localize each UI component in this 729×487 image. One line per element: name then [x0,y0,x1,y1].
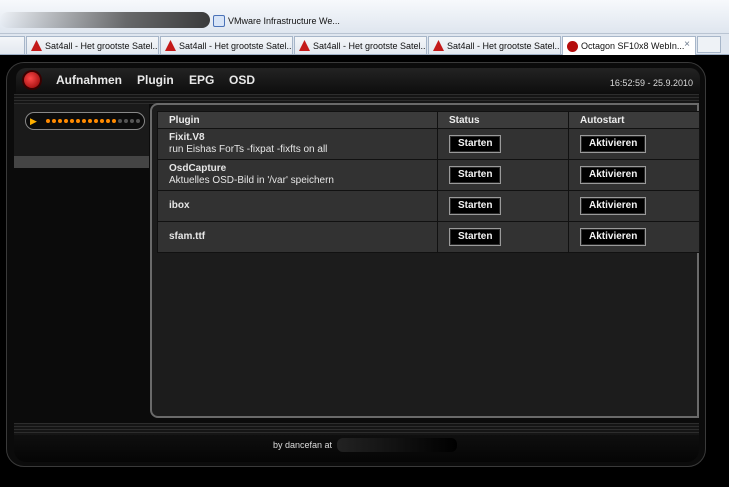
sat4all-icon [165,40,176,51]
volume-dot [130,119,134,123]
status-cell: Starten [437,128,569,160]
volume-dot [118,119,122,123]
sat4all-icon [299,40,310,51]
table-row: Fixit.V8 run Eishas ForTs -fixpat -fixft… [157,128,700,160]
tab-label: Sat4all - Het grootste Satel... [45,40,159,51]
close-icon[interactable]: × [684,39,690,50]
new-tab-button[interactable] [697,36,721,53]
plugin-cell: OsdCapture Aktuelles OSD-Bild in '/var' … [157,159,438,191]
redacted-footer-link [337,438,457,452]
volume-dot [70,119,74,123]
header-status: Status [437,111,569,129]
status-cell: Starten [437,190,569,222]
plugin-description: run Eishas ForTs -fixpat -fixfts on all [169,144,328,155]
start-button[interactable]: Starten [449,228,502,246]
footer-credit: by dancefan at [273,440,333,450]
footer-divider [14,423,699,435]
sat4all-icon [433,40,444,51]
status-cell: Starten [437,159,569,191]
volume-dot [46,119,50,123]
volume-control[interactable]: ▶ [25,112,145,130]
plugin-name: sfam.ttf [169,231,206,242]
nav-aufnahmen[interactable]: Aufnahmen [56,73,122,87]
tab-sat4all-3[interactable]: Sat4all - Het grootste Satel... [294,36,427,54]
volume-dot [100,119,104,123]
status-cell: Starten [437,221,569,253]
sat4all-icon [31,40,42,51]
autostart-cell: Aktivieren [568,190,700,222]
tab-bar: Sat4all - Het grootste Satel... Sat4all … [0,34,729,55]
tab-label: Octagon SF10x8 WebIn... [581,41,685,51]
plugin-table: Plugin Status Autostart Fixit.V8 run Eis… [157,111,700,253]
table-row: ibox Starten Aktivieren [157,190,700,222]
tab-sat4all-2[interactable]: Sat4all - Het grootste Satel... [160,36,293,54]
autostart-cell: Aktivieren [568,159,700,191]
redacted-bookmark [0,12,210,28]
start-button[interactable]: Starten [449,135,502,153]
sidebar-footer [14,156,149,168]
nav-plugin[interactable]: Plugin [137,73,174,87]
volume-dot [52,119,56,123]
plugin-cell: ibox [157,190,438,222]
tab-octagon[interactable]: Octagon SF10x8 WebIn... × [562,36,696,55]
activate-button[interactable]: Aktivieren [580,197,647,215]
volume-dot [136,119,140,123]
volume-dot [88,119,92,123]
octagon-icon [567,40,578,52]
autostart-cell: Aktivieren [568,128,700,160]
vmware-icon [213,15,225,27]
bookmark-vmware[interactable]: VMware Infrastructure We... [213,13,340,29]
clock: 16:52:59 - 25.9.2010 [609,78,693,88]
header-autostart: Autostart [568,111,700,129]
volume-level [46,119,140,123]
plugin-cell: Fixit.V8 run Eishas ForTs -fixpat -fixft… [157,128,438,160]
autostart-cell: Aktivieren [568,221,700,253]
nav-epg[interactable]: EPG [189,73,214,87]
activate-button[interactable]: Aktivieren [580,166,647,184]
speaker-icon: ▶ [30,116,37,126]
table-row: sfam.ttf Starten Aktivieren [157,221,700,253]
plugin-name: OsdCapture [169,163,227,174]
volume-dot [76,119,80,123]
activate-button[interactable]: Aktivieren [580,135,647,153]
plugin-cell: sfam.ttf [157,221,438,253]
bookmarks-bar: VMware Infrastructure We... [0,0,729,34]
table-row: OsdCapture Aktuelles OSD-Bild in '/var' … [157,159,700,191]
header-plugin: Plugin [157,111,438,129]
tab-partial[interactable] [0,36,25,54]
plugin-name: Fixit.V8 [169,132,205,143]
plugin-name: ibox [169,200,190,211]
volume-dot [58,119,62,123]
tab-label: Sat4all - Het grootste Satel... [313,40,427,51]
tab-sat4all-1[interactable]: Sat4all - Het grootste Satel... [26,36,159,54]
nav-osd[interactable]: OSD [229,73,255,87]
volume-dot [112,119,116,123]
tab-label: Sat4all - Het grootste Satel... [447,40,561,51]
start-button[interactable]: Starten [449,197,502,215]
volume-dot [94,119,98,123]
plugin-description: Aktuelles OSD-Bild in '/var' speichern [169,175,334,186]
activate-button[interactable]: Aktivieren [580,228,647,246]
tab-sat4all-4[interactable]: Sat4all - Het grootste Satel... [428,36,561,54]
volume-dot [106,119,110,123]
volume-dot [64,119,68,123]
octagon-logo-icon[interactable] [24,72,40,88]
start-button[interactable]: Starten [449,166,502,184]
bookmark-label: VMware Infrastructure We... [228,16,340,26]
volume-dot [124,119,128,123]
volume-dot [82,119,86,123]
tab-label: Sat4all - Het grootste Satel... [179,40,293,51]
